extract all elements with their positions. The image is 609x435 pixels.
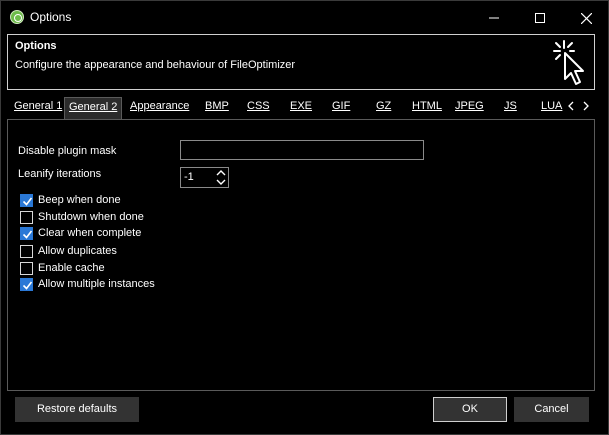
header-title: Options xyxy=(15,40,57,52)
shutdown-when-done-checkbox[interactable]: Shutdown when done xyxy=(20,210,180,226)
tab-lua[interactable]: LUA xyxy=(541,100,562,118)
ok-button[interactable]: OK xyxy=(433,397,507,422)
checkbox-label: Enable cache xyxy=(38,262,105,274)
checkbox-box xyxy=(20,245,33,258)
spin-arrows-icon[interactable] xyxy=(216,169,226,186)
tab-general-2[interactable]: General 2 xyxy=(64,97,123,119)
window-title: Options xyxy=(30,10,72,24)
tab-js[interactable]: JS xyxy=(504,100,517,118)
tab-appearance[interactable]: Appearance xyxy=(130,100,189,118)
app-icon xyxy=(10,10,24,24)
leanify-iterations-value: -1 xyxy=(184,171,194,183)
allow-multiple-instances-checkbox[interactable]: Allow multiple instances xyxy=(20,277,180,293)
beep-when-done-checkbox[interactable]: Beep when done xyxy=(20,193,180,209)
tab-gz[interactable]: GZ xyxy=(376,100,391,118)
options-window: Options Options Configure the appearance… xyxy=(0,0,609,435)
tab-exe[interactable]: EXE xyxy=(290,100,312,118)
checkbox-box xyxy=(20,262,33,275)
close-button[interactable] xyxy=(563,1,609,33)
allow-duplicates-checkbox[interactable]: Allow duplicates xyxy=(20,244,180,260)
restore-defaults-button[interactable]: Restore defaults xyxy=(15,397,139,422)
check-icon xyxy=(22,281,33,290)
checkbox-box xyxy=(20,194,33,207)
tab-general-1[interactable]: General 1 xyxy=(14,100,62,118)
tab-gif[interactable]: GIF xyxy=(332,100,350,118)
checkbox-box xyxy=(20,227,33,240)
checkbox-label: Clear when complete xyxy=(38,227,142,239)
header-description: Configure the appearance and behaviour o… xyxy=(15,59,296,71)
maximize-icon xyxy=(535,13,545,24)
tab-css[interactable]: CSS xyxy=(247,100,270,118)
checkbox-label: Shutdown when done xyxy=(38,211,144,223)
checkbox-box xyxy=(20,211,33,224)
cursor-click-icon xyxy=(553,40,584,85)
checkbox-label: Allow multiple instances xyxy=(38,278,155,290)
check-icon xyxy=(22,197,33,206)
header-panel: Options Configure the appearance and beh… xyxy=(7,34,595,90)
tab-panel-general-2: Disable plugin mask Leanify iterations -… xyxy=(7,119,595,391)
leanify-iterations-stepper[interactable]: -1 xyxy=(180,167,229,188)
close-icon xyxy=(580,12,592,24)
minimize-button[interactable] xyxy=(471,1,517,33)
tab-html[interactable]: HTML xyxy=(412,100,442,118)
title-bar: Options xyxy=(1,1,608,33)
tab-scroll-right-icon[interactable] xyxy=(583,101,590,114)
tab-bmp[interactable]: BMP xyxy=(205,100,229,118)
leanify-iterations-label: Leanify iterations xyxy=(18,168,102,180)
disable-plugin-mask-label: Disable plugin mask xyxy=(18,145,117,157)
enable-cache-checkbox[interactable]: Enable cache xyxy=(20,261,180,277)
minimize-icon xyxy=(489,17,499,19)
checkbox-label: Beep when done xyxy=(38,194,121,206)
tab-scroll-left-icon[interactable] xyxy=(567,101,574,114)
checkbox-box xyxy=(20,278,33,291)
clear-when-complete-checkbox[interactable]: Clear when complete xyxy=(20,226,180,242)
tab-jpeg[interactable]: JPEG xyxy=(455,100,484,118)
tab-strip: General 1 General 2 Appearance BMP CSS E… xyxy=(7,97,595,119)
maximize-button[interactable] xyxy=(517,1,563,33)
cancel-button[interactable]: Cancel xyxy=(514,397,589,422)
check-icon xyxy=(22,230,33,239)
disable-plugin-mask-input[interactable] xyxy=(180,140,424,160)
checkbox-label: Allow duplicates xyxy=(38,245,117,257)
